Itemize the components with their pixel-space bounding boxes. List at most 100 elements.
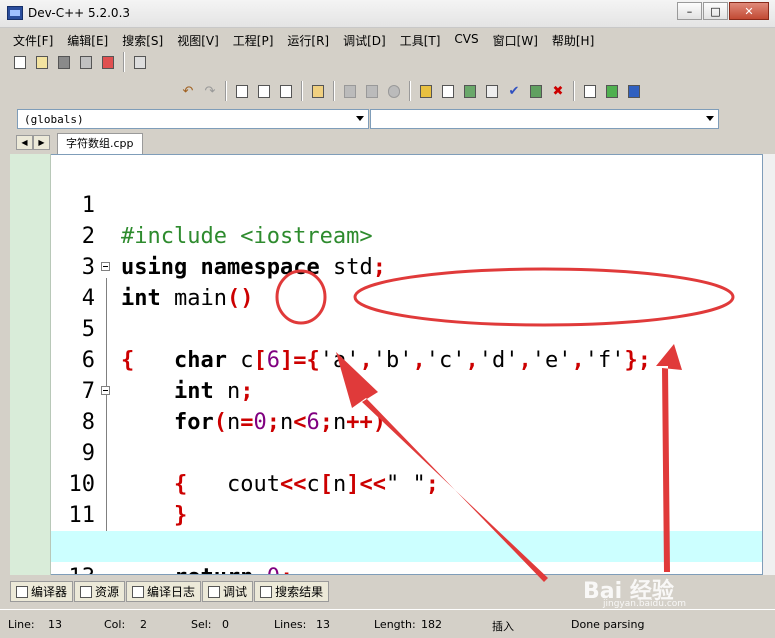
toolbar-separator: [123, 52, 125, 72]
minimize-button[interactable]: –: [677, 2, 702, 20]
find-icon[interactable]: [232, 81, 252, 101]
edit-toolbar: ↶ ↷ ✔ ✖: [178, 80, 644, 102]
line-number: 13: [51, 562, 96, 574]
project-panel: [10, 154, 51, 575]
debug-icon[interactable]: [624, 81, 644, 101]
toolbar-separator: [573, 81, 575, 101]
tab-compiler-label: 编译器: [31, 585, 68, 599]
new-file-icon[interactable]: [10, 52, 30, 72]
status-lines: 13: [316, 618, 330, 631]
scope-combo[interactable]: (globals): [17, 109, 369, 129]
menu-cvs[interactable]: CVS: [447, 30, 485, 50]
tab-compiler[interactable]: 编译器: [10, 581, 74, 602]
menu-file[interactable]: 文件[F]: [6, 30, 60, 50]
menu-search[interactable]: 搜索[S]: [115, 30, 170, 50]
toolbar-separator: [225, 81, 227, 101]
replace-icon[interactable]: [276, 81, 296, 101]
code-line: 2 using namespace std;: [51, 190, 762, 280]
status-length: 182: [421, 618, 442, 631]
chevron-down-icon: [706, 116, 714, 121]
indent-icon[interactable]: [340, 81, 360, 101]
status-line: 13: [48, 618, 62, 631]
status-sel-label: Sel:: [191, 618, 212, 631]
status-mode: 插入: [492, 620, 514, 633]
tab-file[interactable]: 字符数组.cpp: [57, 133, 143, 154]
chart-icon[interactable]: [526, 81, 546, 101]
code-line: 4 {: [51, 252, 762, 373]
search-icon: [260, 585, 273, 598]
tab-scroll-right-icon[interactable]: ▶: [33, 135, 50, 150]
layout-icon[interactable]: [460, 81, 480, 101]
code-line: 3 int main(): [51, 221, 762, 311]
check-icon[interactable]: ✔: [504, 81, 524, 101]
menu-window[interactable]: 窗口[W]: [486, 30, 545, 50]
print-icon[interactable]: [130, 52, 150, 72]
tab-compile-log-label: 编译日志: [147, 585, 196, 599]
toolbar-separator: [409, 81, 411, 101]
unindent-icon[interactable]: [362, 81, 382, 101]
tab-search-results[interactable]: 搜索结果: [254, 581, 330, 602]
vertical-scrollbar[interactable]: [763, 154, 775, 575]
save-all-icon[interactable]: [76, 52, 96, 72]
close-file-icon[interactable]: [98, 52, 118, 72]
stop-icon[interactable]: ✖: [548, 81, 568, 101]
class-view-icon[interactable]: [482, 81, 502, 101]
member-combo[interactable]: [370, 109, 719, 129]
tab-resources[interactable]: 资源: [74, 581, 126, 602]
open-icon[interactable]: [32, 52, 52, 72]
fold-toggle-icon[interactable]: [101, 386, 110, 395]
status-col-label: Col:: [104, 618, 126, 631]
code-editor[interactable]: 1 #include <iostream> 2 using namespace …: [51, 154, 763, 575]
code-text: return 0;: [121, 562, 293, 574]
window-icon[interactable]: [438, 81, 458, 101]
save-icon[interactable]: [54, 52, 74, 72]
goto-line-icon[interactable]: [308, 81, 328, 101]
tab-scroll-left-icon[interactable]: ◀: [16, 135, 33, 150]
menu-tools[interactable]: 工具[T]: [393, 30, 448, 50]
window-controls: – □ ✕: [677, 2, 769, 20]
fold-toggle-icon[interactable]: [101, 262, 110, 271]
chart-icon: [132, 585, 145, 598]
add-icon[interactable]: [602, 81, 622, 101]
maximize-button[interactable]: □: [703, 2, 728, 20]
code-line: 9 cout<<c[n]<<" ";: [51, 407, 762, 497]
status-message: Done parsing: [571, 618, 645, 631]
view-grid-icon[interactable]: [416, 81, 436, 101]
status-length-label: Length:: [374, 618, 416, 631]
tab-debug[interactable]: 调试: [202, 581, 254, 602]
menu-edit[interactable]: 编辑[E]: [60, 30, 115, 50]
code-line: 6 int n;: [51, 314, 762, 404]
compile-icon[interactable]: [580, 81, 600, 101]
menu-project[interactable]: 工程[P]: [226, 30, 281, 50]
status-line-label: Line:: [8, 618, 35, 631]
tab-compile-log[interactable]: 编译日志: [126, 581, 202, 602]
menu-help[interactable]: 帮助[H]: [545, 30, 601, 50]
code-line: 12 return 0;: [51, 500, 762, 574]
close-button[interactable]: ✕: [729, 2, 769, 20]
menu-bar: 文件[F] 编辑[E] 搜索[S] 视图[V] 工程[P] 运行[R] 调试[D…: [0, 30, 775, 50]
window-title: Dev-C++ 5.2.0.3: [28, 6, 131, 20]
status-bar: Line: 13 Col: 2 Sel: 0 Lines: 13 Length:…: [0, 609, 775, 638]
menu-view[interactable]: 视图[V]: [170, 30, 226, 50]
menu-run[interactable]: 运行[R]: [280, 30, 336, 50]
code-line: 11 cout<<endl;: [51, 469, 762, 559]
resources-icon: [80, 585, 93, 598]
code-line: 8 {: [51, 376, 762, 497]
status-sel: 0: [222, 618, 229, 631]
status-lines-label: Lines:: [274, 618, 307, 631]
output-tabs: 编译器 资源 编译日志 调试 搜索结果: [10, 581, 330, 602]
find-next-icon[interactable]: [254, 81, 274, 101]
undo-icon[interactable]: ↶: [178, 81, 198, 101]
toggle-comment-icon[interactable]: [384, 81, 404, 101]
code-line: 5 char c[6]={'a','b','c','d','e','f'};: [51, 283, 762, 373]
title-bar: Dev-C++ 5.2.0.3 – □ ✕: [0, 0, 775, 28]
compiler-icon: [16, 585, 28, 598]
toolbar-separator: [301, 81, 303, 101]
file-toolbar: [10, 52, 150, 74]
menu-debug[interactable]: 调试[D]: [336, 30, 393, 50]
toolbar-separator: [333, 81, 335, 101]
redo-icon[interactable]: ↷: [200, 81, 220, 101]
scope-combo-value: (globals): [24, 113, 84, 126]
tab-navigation: ◀ ▶: [16, 135, 50, 150]
chevron-down-icon: [356, 116, 364, 121]
